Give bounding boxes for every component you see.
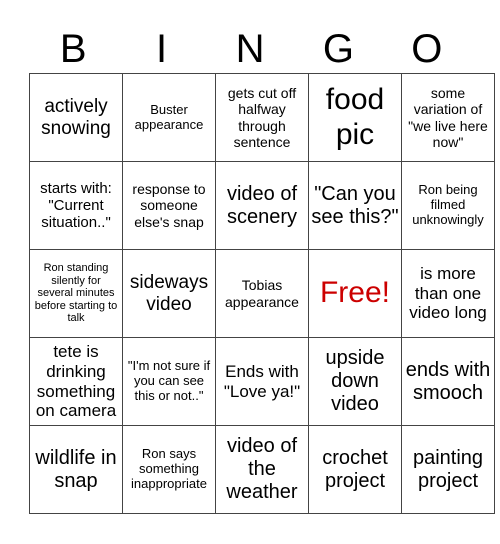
bingo-cell[interactable]: Ends with "Love ya!" xyxy=(215,337,309,426)
bingo-cell[interactable]: tete is drinking something on camera xyxy=(29,337,123,426)
bingo-cell[interactable]: video of the weather xyxy=(215,425,309,514)
board-row: tete is drinking something on camera "I'… xyxy=(29,337,495,426)
bingo-cell[interactable]: Ron being filmed unknowingly xyxy=(401,161,495,250)
header-letter-i: I xyxy=(156,27,168,71)
bingo-cell[interactable]: ends with smooch xyxy=(401,337,495,426)
bingo-header: B I N G O xyxy=(29,26,471,72)
bingo-board: actively snowing Buster appearance gets … xyxy=(29,73,495,514)
bingo-cell[interactable]: wildlife in snap xyxy=(29,425,123,514)
bingo-cell[interactable]: sideways video xyxy=(122,249,216,338)
bingo-cell[interactable]: Buster appearance xyxy=(122,73,216,162)
bingo-cell[interactable]: Tobias appearance xyxy=(215,249,309,338)
board-row: starts with: "Current situation.." respo… xyxy=(29,161,495,250)
bingo-cell[interactable]: video of scenery xyxy=(215,161,309,250)
bingo-cell[interactable]: food pic xyxy=(308,73,402,162)
bingo-cell[interactable]: actively snowing xyxy=(29,73,123,162)
bingo-cell[interactable]: "Can you see this?" xyxy=(308,161,402,250)
bingo-cell[interactable]: "I'm not sure if you can see this or not… xyxy=(122,337,216,426)
bingo-cell[interactable]: Ron standing silently for several minute… xyxy=(29,249,123,338)
bingo-cell[interactable]: gets cut off halfway through sentence xyxy=(215,73,309,162)
header-letter-b: B xyxy=(59,27,87,71)
bingo-cell[interactable]: some variation of "we live here now" xyxy=(401,73,495,162)
bingo-cell[interactable]: starts with: "Current situation.." xyxy=(29,161,123,250)
header-letter-n: N xyxy=(235,27,265,71)
header-letter-o: O xyxy=(411,27,443,71)
bingo-cell[interactable]: painting project xyxy=(401,425,495,514)
bingo-cell[interactable]: crochet project xyxy=(308,425,402,514)
bingo-cell[interactable]: is more than one video long xyxy=(401,249,495,338)
header-letter-g: G xyxy=(322,27,354,71)
bingo-cell[interactable]: Ron says something inappropriate xyxy=(122,425,216,514)
board-row: actively snowing Buster appearance gets … xyxy=(29,73,495,162)
bingo-cell[interactable]: upside down video xyxy=(308,337,402,426)
free-space-cell[interactable]: Free! xyxy=(308,249,402,338)
board-row: wildlife in snap Ron says something inap… xyxy=(29,425,495,514)
bingo-cell[interactable]: response to someone else's snap xyxy=(122,161,216,250)
board-row: Ron standing silently for several minute… xyxy=(29,249,495,338)
